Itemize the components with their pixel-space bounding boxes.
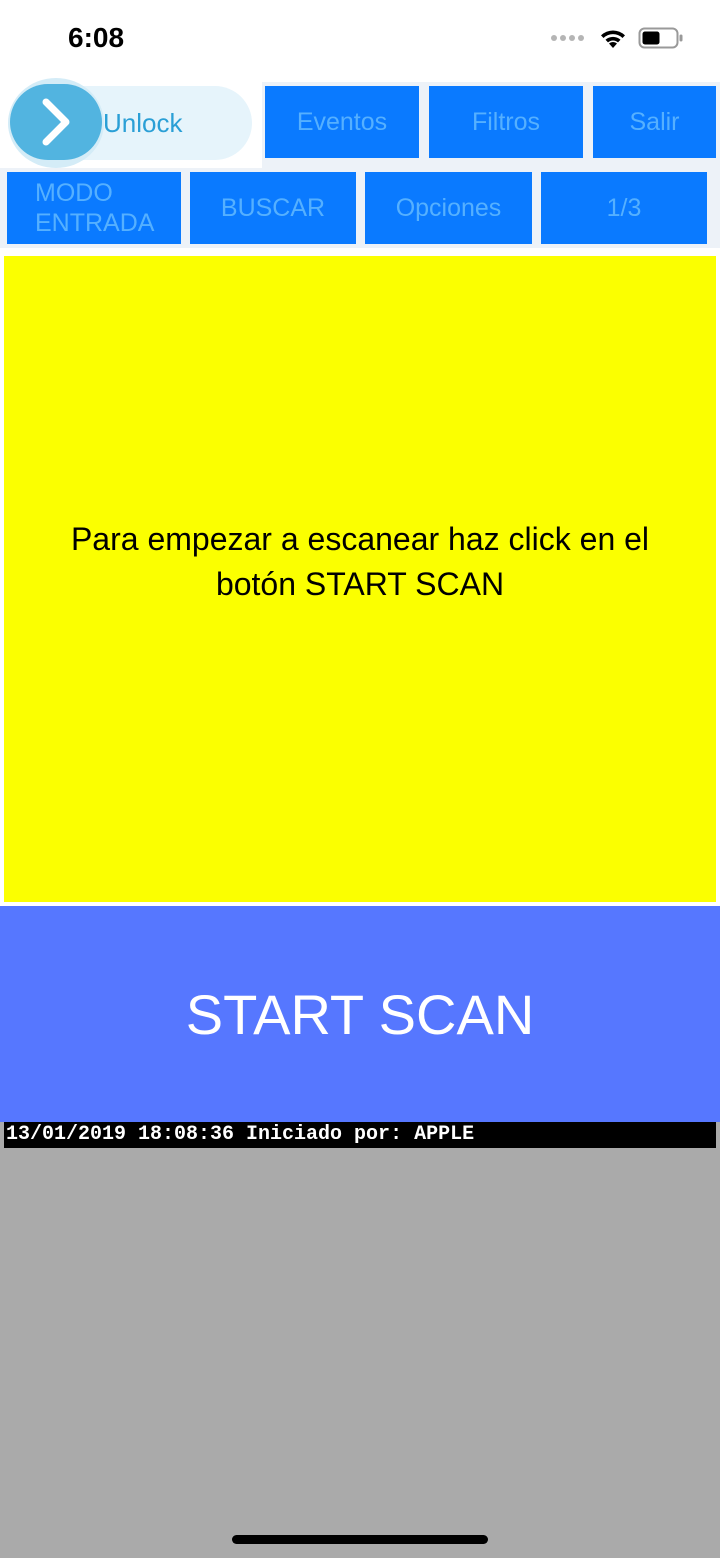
battery-icon (638, 27, 683, 49)
unlock-slider[interactable]: Unlock (8, 78, 252, 168)
opciones-button[interactable]: Opciones (365, 172, 532, 244)
scan-instructions: Para empezar a escanear haz click en el … (70, 521, 650, 602)
salir-button[interactable]: Salir (593, 86, 716, 158)
cellular-signal-icon (551, 35, 584, 41)
home-indicator[interactable] (232, 1535, 488, 1544)
page-indicator-button[interactable]: 1/3 (541, 172, 707, 244)
modo-entrada-line1: MODO (35, 179, 113, 207)
unlock-knob[interactable] (8, 78, 104, 168)
start-scan-button[interactable]: START SCAN (0, 906, 720, 1122)
filtros-button[interactable]: Filtros (429, 86, 583, 158)
status-time: 6:08 (68, 22, 125, 53)
log-entry: 13/01/2019 18:08:36 Iniciado por: APPLE (4, 1122, 716, 1148)
unlock-label: Unlock (103, 108, 183, 138)
modo-entrada-button[interactable]: MODO ENTRADA (7, 172, 181, 244)
status-icons (551, 26, 684, 50)
wifi-icon (601, 30, 625, 48)
modo-entrada-line2: ENTRADA (35, 209, 155, 237)
chevron-right-icon (42, 98, 70, 146)
scan-message-panel: Para empezar a escanear haz click en el … (4, 256, 716, 902)
log-area[interactable]: 13/01/2019 18:08:36 Iniciado por: APPLE (0, 1122, 720, 1558)
status-bar: 6:08 (0, 0, 720, 80)
eventos-button[interactable]: Eventos (265, 86, 419, 158)
buscar-button[interactable]: BUSCAR (190, 172, 356, 244)
